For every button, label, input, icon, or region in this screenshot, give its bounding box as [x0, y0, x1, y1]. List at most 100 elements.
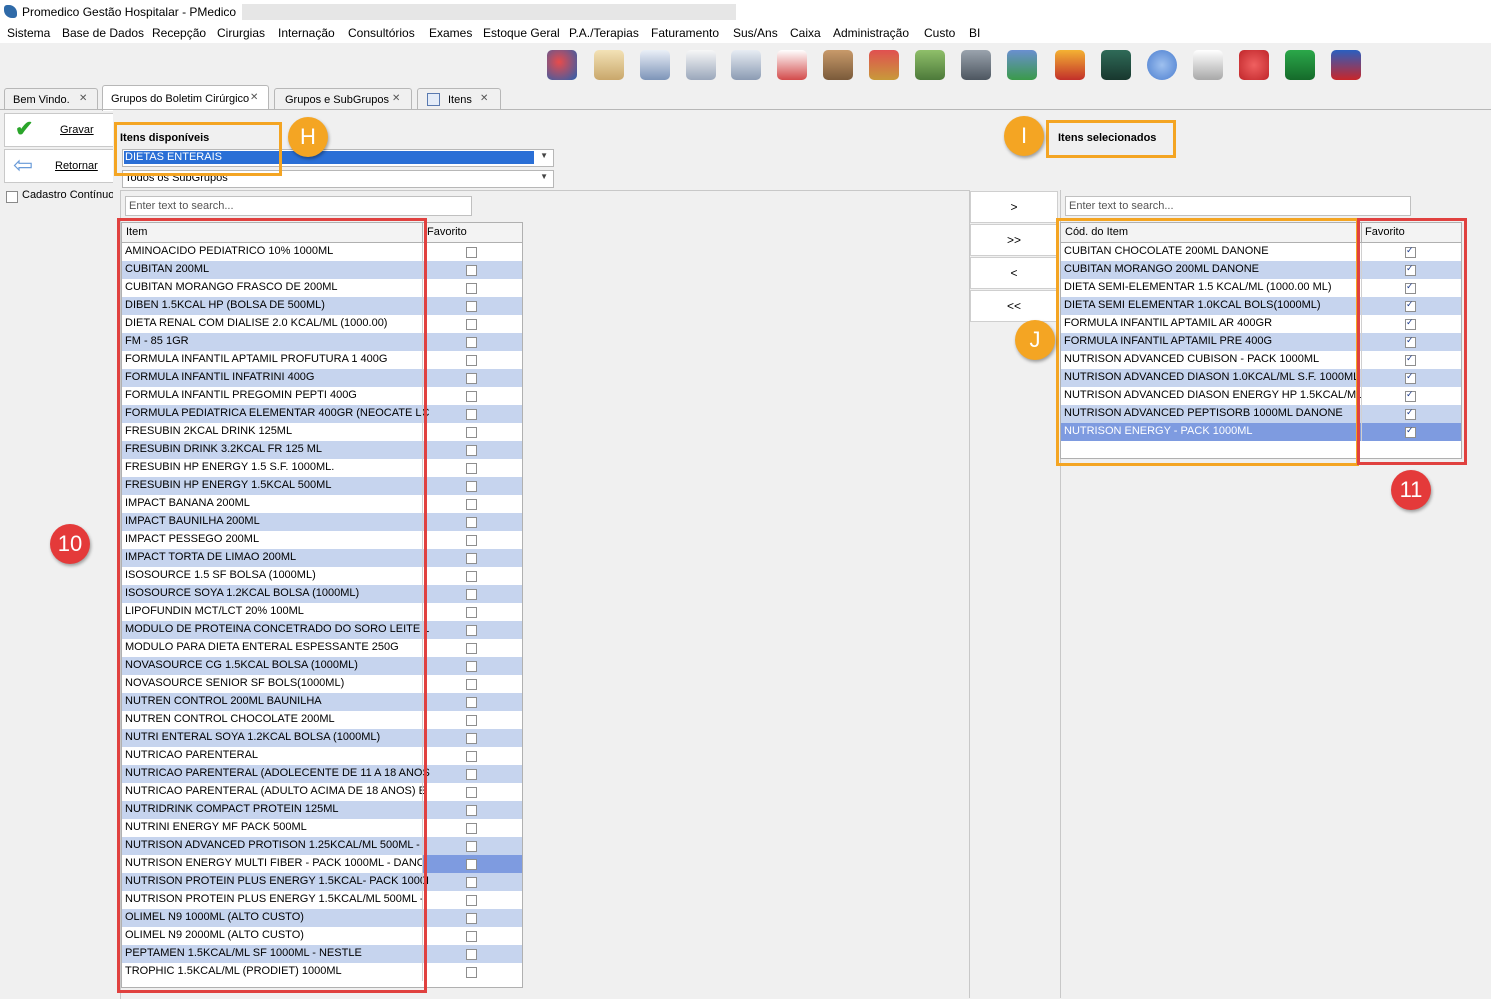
favorite-checkbox[interactable]	[466, 967, 477, 978]
menu-exames[interactable]: Exames	[429, 26, 472, 40]
contacts-icon[interactable]	[1331, 50, 1361, 80]
favorite-checkbox[interactable]	[466, 805, 477, 816]
badge-h: H	[288, 117, 328, 157]
power-icon[interactable]	[1239, 50, 1269, 80]
remove-button[interactable]: <	[970, 257, 1058, 289]
tab-grupos-subgrupos[interactable]: Grupos e SubGrupos ✕	[274, 88, 412, 110]
favorite-checkbox[interactable]	[466, 769, 477, 780]
favorite-checkbox[interactable]	[466, 265, 477, 276]
favorite-checkbox[interactable]	[466, 301, 477, 312]
favorite-checkbox[interactable]	[466, 679, 477, 690]
menu-sus-ans[interactable]: Sus/Ans	[733, 26, 778, 40]
doctor-icon[interactable]	[640, 50, 670, 80]
favorite-checkbox[interactable]	[466, 931, 477, 942]
add-button[interactable]: >	[970, 191, 1058, 223]
favorite-checkbox[interactable]	[466, 607, 477, 618]
menu-sistema[interactable]: Sistema	[7, 26, 50, 40]
chat-icon[interactable]	[1147, 50, 1177, 80]
menu-bar: Sistema Base de Dados Recepção Cirurgias…	[0, 24, 1491, 43]
favorite-checkbox[interactable]	[466, 409, 477, 420]
tab-bem-vindo[interactable]: Bem Vindo. ✕	[4, 88, 98, 110]
favorite-checkbox[interactable]	[466, 697, 477, 708]
favorite-checkbox[interactable]	[466, 517, 477, 528]
menu-administracao[interactable]: Administração	[833, 26, 909, 40]
safe-icon[interactable]	[1007, 50, 1037, 80]
menu-recepcao[interactable]: Recepção	[152, 26, 206, 40]
close-icon[interactable]: ✕	[480, 93, 488, 104]
favorite-checkbox[interactable]	[466, 715, 477, 726]
reception-icon[interactable]	[594, 50, 624, 80]
favorite-checkbox[interactable]	[466, 445, 477, 456]
chevron-down-icon[interactable]: ▼	[540, 172, 548, 181]
close-icon[interactable]: ✕	[79, 93, 87, 104]
selected-search-input[interactable]: Enter text to search...	[1065, 196, 1411, 216]
menu-faturamento[interactable]: Faturamento	[651, 26, 719, 40]
favorite-checkbox[interactable]	[466, 733, 477, 744]
ambulance-icon[interactable]	[731, 50, 761, 80]
monitor-icon[interactable]	[1285, 50, 1315, 80]
favorite-checkbox[interactable]	[466, 481, 477, 492]
warehouse-icon[interactable]	[869, 50, 899, 80]
favorite-checkbox[interactable]	[466, 643, 477, 654]
favorite-checkbox[interactable]	[466, 571, 477, 582]
menu-custo[interactable]: Custo	[924, 26, 955, 40]
menu-caixa[interactable]: Caixa	[790, 26, 821, 40]
favorite-checkbox[interactable]	[466, 877, 477, 888]
chevron-down-icon[interactable]: ▼	[540, 151, 548, 160]
favorite-checkbox[interactable]	[466, 625, 477, 636]
menu-consultorios[interactable]: Consultórios	[348, 26, 415, 40]
favorite-checkbox[interactable]	[466, 391, 477, 402]
continuous-checkbox[interactable]	[6, 191, 18, 203]
favorite-checkbox[interactable]	[466, 337, 477, 348]
back-button[interactable]: ⇦ Retornar	[4, 149, 114, 183]
favorite-checkbox[interactable]	[466, 463, 477, 474]
tab-itens[interactable]: Itens ✕	[417, 88, 501, 110]
money-icon[interactable]	[915, 50, 945, 80]
book-icon[interactable]	[1101, 50, 1131, 80]
favorite-checkbox[interactable]	[466, 895, 477, 906]
favorite-checkbox[interactable]	[466, 751, 477, 762]
search-placeholder: Enter text to search...	[129, 200, 234, 212]
favorite-checkbox[interactable]	[466, 589, 477, 600]
document-icon[interactable]	[1193, 50, 1223, 80]
favorite-checkbox[interactable]	[466, 859, 477, 870]
favorite-checkbox[interactable]	[466, 913, 477, 924]
favorite-checkbox[interactable]	[466, 949, 477, 960]
favorite-checkbox[interactable]	[466, 247, 477, 258]
ambulance-icon[interactable]	[777, 50, 807, 80]
menu-bi[interactable]: BI	[969, 26, 980, 40]
building-icon[interactable]	[823, 50, 853, 80]
badge-j: J	[1015, 320, 1055, 360]
inventory-icon[interactable]	[961, 50, 991, 80]
favorite-checkbox[interactable]	[466, 661, 477, 672]
phone-icon[interactable]	[1055, 50, 1085, 80]
favorite-checkbox[interactable]	[466, 319, 477, 330]
favorite-checkbox[interactable]	[466, 355, 477, 366]
menu-estoque-geral[interactable]: Estoque Geral	[483, 26, 560, 40]
tab-grupos-boletim[interactable]: Grupos do Boletim Cirúrgico ✕	[102, 85, 269, 111]
add-all-button[interactable]: >>	[970, 224, 1058, 256]
favorite-checkbox[interactable]	[466, 841, 477, 852]
users-icon[interactable]	[547, 50, 577, 80]
menu-base-de-dados[interactable]: Base de Dados	[62, 26, 144, 40]
badge-11: 11	[1391, 470, 1431, 510]
menu-internacao[interactable]: Internação	[278, 26, 335, 40]
close-icon[interactable]: ✕	[392, 93, 400, 104]
favorite-checkbox[interactable]	[466, 283, 477, 294]
menu-cirurgias[interactable]: Cirurgias	[217, 26, 265, 40]
badge-10: 10	[50, 524, 90, 564]
favorite-checkbox[interactable]	[466, 373, 477, 384]
favorite-checkbox[interactable]	[466, 553, 477, 564]
save-button[interactable]: ✔ Gravar	[4, 113, 114, 147]
col-fav-header[interactable]: Favorito	[427, 226, 467, 238]
favorite-checkbox[interactable]	[466, 823, 477, 834]
available-search-input[interactable]: Enter text to search...	[125, 196, 472, 216]
favorite-checkbox[interactable]	[466, 535, 477, 546]
favorite-checkbox[interactable]	[466, 499, 477, 510]
favorite-checkbox[interactable]	[466, 787, 477, 798]
close-icon[interactable]: ✕	[250, 92, 258, 103]
menu-pa-terapias[interactable]: P.A./Terapias	[569, 26, 639, 40]
notes-icon[interactable]	[686, 50, 716, 80]
favorite-checkbox[interactable]	[466, 427, 477, 438]
remove-all-button[interactable]: <<	[970, 290, 1058, 322]
